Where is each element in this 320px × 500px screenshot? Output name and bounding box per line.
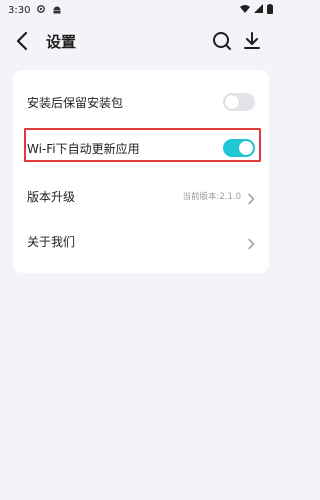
setting-label: Wi-Fi下自动更新应用 xyxy=(27,141,140,156)
status-right xyxy=(240,3,273,17)
row-right: 当前版本:2.1.0 xyxy=(182,190,256,205)
toggle-knob xyxy=(239,141,253,155)
row-right xyxy=(247,235,255,250)
setting-label: 版本升级 xyxy=(27,189,76,204)
battery-icon xyxy=(267,3,273,17)
setting-keep-install-package[interactable]: 安装后保留安装包 xyxy=(13,80,269,124)
chevron-right-icon xyxy=(247,235,255,250)
setting-label: 安装后保留安装包 xyxy=(27,95,124,110)
page-title: 设置 xyxy=(46,33,77,51)
setting-version-upgrade[interactable]: 版本升级 当前版本:2.1.0 xyxy=(13,174,269,218)
back-icon[interactable] xyxy=(14,30,32,52)
wifi-icon xyxy=(240,4,250,16)
settings-card: 安装后保留安装包 Wi-Fi下自动更新应用 版本升级 当前版本:2.1.0 关于… xyxy=(13,70,269,273)
app-bar: 设置 xyxy=(0,22,281,62)
setting-label: 关于我们 xyxy=(27,234,76,249)
chevron-right-icon xyxy=(247,190,255,205)
search-icon[interactable] xyxy=(211,30,233,52)
keep-package-toggle[interactable] xyxy=(223,93,255,111)
setting-about-us[interactable]: 关于我们 xyxy=(13,219,269,263)
download-icon[interactable] xyxy=(241,30,263,52)
gear-icon xyxy=(36,4,46,17)
android-icon xyxy=(52,4,62,17)
signal-icon xyxy=(254,4,263,16)
wifi-auto-update-toggle[interactable] xyxy=(223,139,255,157)
status-left: 3:30 xyxy=(8,4,62,17)
status-bar: 3:30 xyxy=(0,0,281,20)
toggle-knob xyxy=(225,95,239,109)
current-version-text: 当前版本:2.1.0 xyxy=(182,192,242,202)
status-time: 3:30 xyxy=(8,4,31,16)
setting-wifi-auto-update[interactable]: Wi-Fi下自动更新应用 xyxy=(13,126,269,170)
